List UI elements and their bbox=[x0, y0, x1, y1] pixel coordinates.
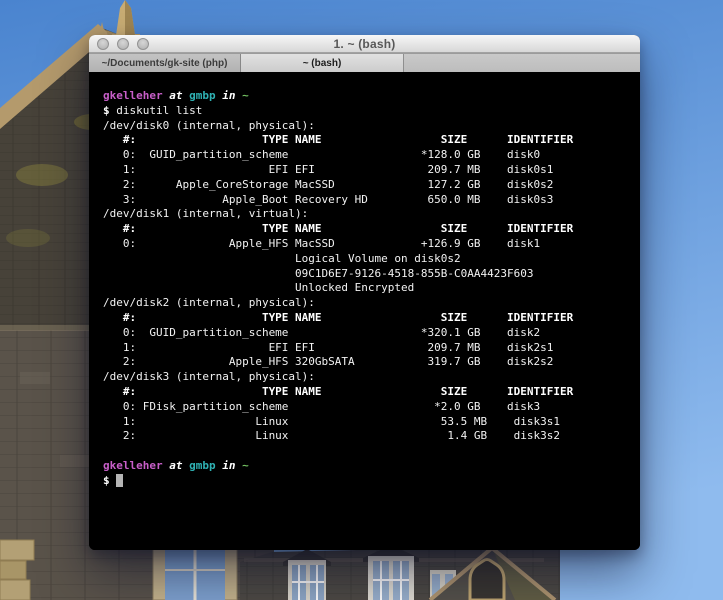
terminal-line: gkelleher at gmbp in ~ bbox=[103, 459, 632, 474]
terminal-line: Unlocked Encrypted bbox=[103, 281, 632, 296]
terminal-line: 2: Linux 1.4 GB disk3s2 bbox=[103, 429, 632, 444]
terminal-text: Unlocked Encrypted bbox=[103, 281, 414, 294]
terminal-line: 1: EFI EFI 209.7 MB disk0s1 bbox=[103, 163, 632, 178]
terminal-line: 1: Linux 53.5 MB disk3s1 bbox=[103, 415, 632, 430]
terminal-line: $ bbox=[103, 474, 632, 489]
terminal-line: /dev/disk3 (internal, physical): bbox=[103, 370, 632, 385]
terminal-text: /dev/disk2 (internal, physical): bbox=[103, 296, 315, 309]
terminal-text: 1: EFI EFI 209.7 MB disk0s1 bbox=[103, 163, 553, 176]
titlebar[interactable]: 1. ~ (bash) bbox=[89, 35, 640, 53]
terminal-line: 1: EFI EFI 209.7 MB disk2s1 bbox=[103, 341, 632, 356]
terminal-line: #: TYPE NAME SIZE IDENTIFIER bbox=[103, 311, 632, 326]
close-button-icon[interactable] bbox=[97, 38, 109, 50]
terminal-line: 0: GUID_partition_scheme *320.1 GB disk2 bbox=[103, 326, 632, 341]
terminal-text: 0: FDisk_partition_scheme *2.0 GB disk3 bbox=[103, 400, 540, 413]
terminal-text: gmbp bbox=[189, 459, 216, 472]
terminal-text: diskutil list bbox=[116, 104, 202, 117]
terminal-text: /dev/disk3 (internal, physical): bbox=[103, 370, 315, 383]
terminal-text: at bbox=[169, 459, 182, 472]
terminal-line: $ diskutil list bbox=[103, 104, 632, 119]
terminal-line: #: TYPE NAME SIZE IDENTIFIER bbox=[103, 222, 632, 237]
terminal-line: #: TYPE NAME SIZE IDENTIFIER bbox=[103, 133, 632, 148]
window-title: 1. ~ (bash) bbox=[334, 37, 396, 51]
terminal-text: #: TYPE NAME SIZE IDENTIFIER bbox=[103, 222, 573, 235]
tab-label: ~/Documents/gk-site (php) bbox=[102, 58, 228, 69]
terminal-text: #: TYPE NAME SIZE IDENTIFIER bbox=[103, 311, 573, 324]
terminal-line: 2: Apple_CoreStorage MacSSD 127.2 GB dis… bbox=[103, 178, 632, 193]
terminal-text: Logical Volume on disk0s2 bbox=[103, 252, 461, 265]
terminal-line: 3: Apple_Boot Recovery HD 650.0 MB disk0… bbox=[103, 193, 632, 208]
terminal-text: in bbox=[222, 89, 235, 102]
terminal-screen[interactable]: gkelleher at gmbp in ~$ diskutil list/de… bbox=[89, 72, 640, 550]
tab-label: ~ (bash) bbox=[303, 58, 342, 69]
terminal-line: #: TYPE NAME SIZE IDENTIFIER bbox=[103, 385, 632, 400]
terminal-text: $ bbox=[103, 474, 116, 487]
terminal-text: #: TYPE NAME SIZE IDENTIFIER bbox=[103, 385, 573, 398]
minimize-button-icon[interactable] bbox=[117, 38, 129, 50]
terminal-text: #: TYPE NAME SIZE IDENTIFIER bbox=[103, 133, 573, 146]
terminal-text: 1: Linux 53.5 MB disk3s1 bbox=[103, 415, 560, 428]
terminal-text: 1: EFI EFI 209.7 MB disk2s1 bbox=[103, 341, 553, 354]
terminal-text: gkelleher bbox=[103, 89, 163, 102]
terminal-line: 0: Apple_HFS MacSSD +126.9 GB disk1 bbox=[103, 237, 632, 252]
terminal-text: gkelleher bbox=[103, 459, 163, 472]
terminal-cursor bbox=[116, 474, 123, 487]
terminal-text: 0: GUID_partition_scheme *320.1 GB disk2 bbox=[103, 326, 540, 339]
terminal-text: 09C1D6E7-9126-4518-855B-C0AA4423F603 bbox=[103, 267, 533, 280]
terminal-text: in bbox=[222, 459, 235, 472]
desktop: 1. ~ (bash) ~/Documents/gk-site (php) ~ … bbox=[0, 0, 723, 600]
terminal-text: 2: Apple_CoreStorage MacSSD 127.2 GB dis… bbox=[103, 178, 553, 191]
window-controls bbox=[97, 38, 149, 50]
terminal-text: gmbp bbox=[189, 89, 216, 102]
terminal-line: /dev/disk2 (internal, physical): bbox=[103, 296, 632, 311]
tab-bar-filler bbox=[404, 54, 640, 72]
terminal-text: $ bbox=[103, 104, 116, 117]
terminal-line: /dev/disk0 (internal, physical): bbox=[103, 119, 632, 134]
building-bottom bbox=[240, 545, 560, 600]
terminal-line: 2: Apple_HFS 320GbSATA 319.7 GB disk2s2 bbox=[103, 355, 632, 370]
terminal-text: at bbox=[169, 89, 182, 102]
terminal-text: ~ bbox=[242, 459, 249, 472]
tab-gk-site[interactable]: ~/Documents/gk-site (php) bbox=[89, 54, 241, 72]
terminal-line: 0: GUID_partition_scheme *128.0 GB disk0 bbox=[103, 148, 632, 163]
terminal-text: 0: GUID_partition_scheme *128.0 GB disk0 bbox=[103, 148, 540, 161]
terminal-line bbox=[103, 444, 632, 459]
zoom-button-icon[interactable] bbox=[137, 38, 149, 50]
terminal-line: 09C1D6E7-9126-4518-855B-C0AA4423F603 bbox=[103, 267, 632, 282]
terminal-line: /dev/disk1 (internal, virtual): bbox=[103, 207, 632, 222]
tab-bash[interactable]: ~ (bash) bbox=[241, 54, 404, 72]
terminal-line: Logical Volume on disk0s2 bbox=[103, 252, 632, 267]
tab-bar: ~/Documents/gk-site (php) ~ (bash) bbox=[89, 53, 640, 73]
terminal-line: 0: FDisk_partition_scheme *2.0 GB disk3 bbox=[103, 400, 632, 415]
terminal-text: /dev/disk0 (internal, physical): bbox=[103, 119, 315, 132]
terminal-text: 3: Apple_Boot Recovery HD 650.0 MB disk0… bbox=[103, 193, 553, 206]
terminal-text: 2: Apple_HFS 320GbSATA 319.7 GB disk2s2 bbox=[103, 355, 553, 368]
terminal-text: 0: Apple_HFS MacSSD +126.9 GB disk1 bbox=[103, 237, 540, 250]
terminal-window: 1. ~ (bash) ~/Documents/gk-site (php) ~ … bbox=[89, 35, 640, 550]
terminal-line: gkelleher at gmbp in ~ bbox=[103, 89, 632, 104]
terminal-text: ~ bbox=[242, 89, 249, 102]
terminal-text: 2: Linux 1.4 GB disk3s2 bbox=[103, 429, 560, 442]
terminal-text: /dev/disk1 (internal, virtual): bbox=[103, 207, 308, 220]
